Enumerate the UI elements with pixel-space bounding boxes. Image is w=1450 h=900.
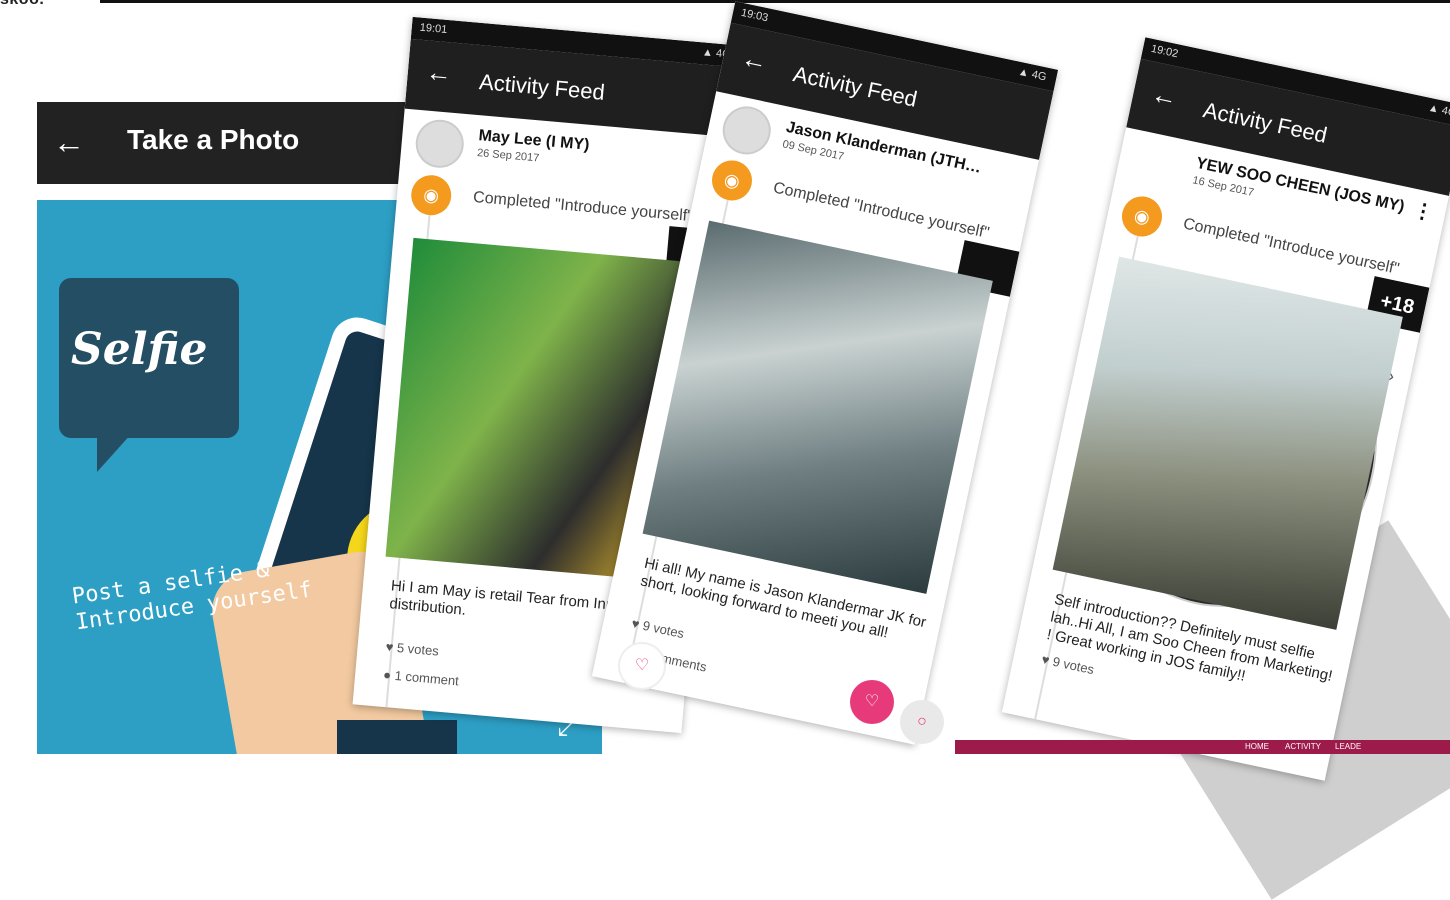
camera-icon: ◉ (708, 156, 756, 205)
feed-title: Activity Feed (791, 61, 920, 112)
status-time: 19:03 (739, 6, 770, 25)
activity-text: Completed "Introduce yourself" (771, 179, 991, 242)
feed-title: Activity Feed (478, 69, 606, 105)
bottom-nav-bar: HOME ACTIVITY LEADE (955, 740, 1450, 754)
nav-leader[interactable]: LEADE (1335, 742, 1361, 751)
nav-home[interactable]: HOME (1245, 742, 1269, 751)
selfie-word: Selfie (71, 324, 208, 375)
nav-activity[interactable]: ACTIVITY (1285, 742, 1321, 751)
sleeve-illustration (337, 720, 457, 754)
activity-text: Completed "Introduce yourself" (472, 188, 694, 226)
camera-icon: ◉ (1118, 192, 1166, 241)
status-time: 19:02 (1149, 42, 1180, 61)
activity-text: Completed "Introduce yourself" (1181, 215, 1401, 278)
more-options-icon[interactable]: ⋮ (1411, 197, 1436, 226)
speech-bubble-tail (97, 432, 133, 472)
votes-text: 5 votes (396, 639, 440, 659)
back-arrow-icon[interactable]: ← (739, 42, 771, 78)
comment-button[interactable]: ○ (900, 700, 944, 744)
top-divider (100, 0, 1450, 3)
selfie-photo[interactable] (642, 220, 993, 594)
signal-icon: ▲ 4G (1427, 101, 1450, 120)
back-arrow-icon[interactable]: ← (1149, 78, 1181, 114)
like-button[interactable]: ♡ (618, 642, 666, 690)
photo-screen-title: Take a Photo (127, 124, 300, 155)
back-arrow-icon[interactable]: ← (425, 56, 454, 89)
votes-text: 9 votes (641, 617, 686, 642)
like-button[interactable]: ♡ (850, 680, 894, 724)
selfie-photo[interactable] (1052, 256, 1403, 630)
comments-text: 1 comment (394, 667, 460, 689)
camera-icon: ◉ (409, 173, 453, 217)
status-time: 19:01 (419, 21, 448, 36)
signal-icon: ▲ 4G (1017, 65, 1048, 84)
feed-title: Activity Feed (1201, 97, 1330, 148)
avatar[interactable] (718, 101, 776, 159)
votes-count: ♥ 9 votes (630, 615, 686, 642)
votes-count: ♥ 9 votes (1040, 651, 1096, 678)
votes-text: 9 votes (1051, 653, 1096, 678)
comments-count[interactable]: ● 1 comment (383, 667, 460, 689)
brand-label: skoo. (0, 0, 44, 9)
avatar[interactable] (413, 117, 466, 170)
back-arrow-icon[interactable]: ← (53, 122, 85, 162)
votes-count: ♥ 5 votes (385, 639, 440, 659)
